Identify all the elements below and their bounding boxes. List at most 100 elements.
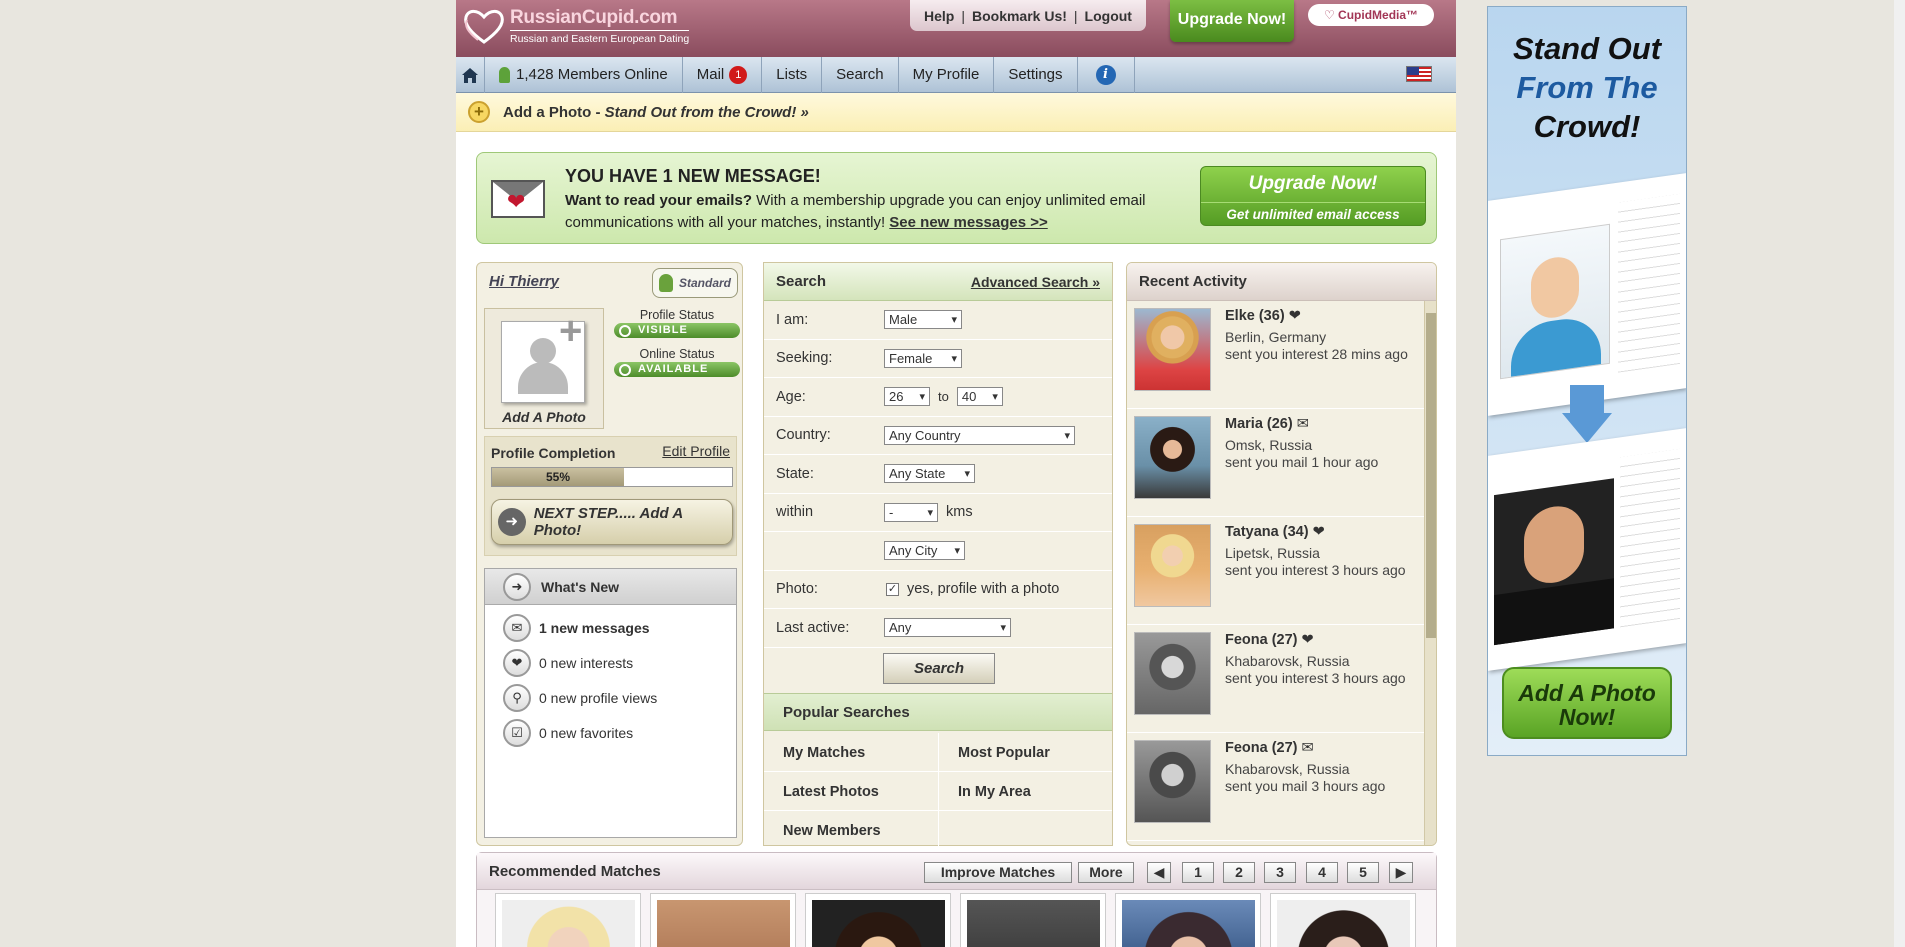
most-popular-link[interactable]: Most Popular [958, 745, 1050, 761]
profile-completion: Profile Completion Edit Profile 55% ➜ NEX… [484, 436, 737, 556]
photo-checkbox[interactable]: ✓ [886, 582, 899, 596]
nav-my-profile[interactable]: My Profile [899, 57, 995, 93]
completion-progress-bar: 55% [491, 467, 733, 487]
latest-photos-link[interactable]: Latest Photos [783, 784, 879, 800]
page-2-button[interactable]: 2 [1223, 862, 1255, 883]
next-page-button[interactable]: ▶ [1389, 862, 1413, 883]
person-online-icon [499, 67, 510, 83]
new-message-banner: ❤ YOU HAVE 1 NEW MESSAGE! Want to read y… [476, 152, 1437, 244]
us-flag-icon[interactable] [1406, 66, 1432, 82]
info-icon: i [1095, 65, 1116, 85]
new-profile-views-link[interactable]: 0 new profile views [539, 690, 657, 706]
logo-tagline: Russian and Eastern European Dating [510, 30, 690, 45]
members-online[interactable]: 1,428 Members Online [485, 57, 683, 93]
side-advertisement[interactable]: Stand Out From The Crowd! Add A Photo No… [1487, 6, 1687, 756]
new-interests-link[interactable]: 0 new interests [539, 655, 633, 671]
age-from-select[interactable]: 26 [884, 387, 930, 407]
bookmark-link[interactable]: Bookmark Us! [972, 8, 1067, 24]
add-photo-box[interactable]: + Add A Photo [484, 308, 604, 429]
upgrade-now-button[interactable]: Upgrade Now! [1170, 0, 1294, 42]
activity-item[interactable]: Maria (26) ✉ Omsk, Russia sent you mail 1… [1127, 409, 1424, 517]
page-3-button[interactable]: 3 [1264, 862, 1296, 883]
home-button[interactable] [456, 57, 485, 93]
activity-scrollbar[interactable] [1424, 301, 1436, 845]
nav-settings[interactable]: Settings [994, 57, 1078, 93]
new-favorites-link[interactable]: 0 new favorites [539, 725, 633, 741]
heart-icon: ❤ [1301, 632, 1314, 648]
arrow-right-icon: ➜ [498, 508, 526, 536]
within-select[interactable]: - [884, 502, 938, 522]
upgrade-email-button[interactable]: Upgrade Now! Get unlimited email access [1200, 166, 1426, 226]
next-step-button[interactable]: ➜ NEXT STEP..... Add A Photo! [491, 499, 733, 545]
site-header: RussianCupid.com Russian and Eastern Eur… [456, 0, 1456, 57]
new-members-link[interactable]: New Members [783, 823, 881, 839]
match-thumbnail[interactable] [805, 893, 951, 947]
match-thumbnail[interactable] [495, 893, 641, 947]
arrow-right-icon: ➜ [503, 572, 531, 601]
age-to-select[interactable]: 40 [956, 387, 1003, 407]
page-5-button[interactable]: 5 [1347, 862, 1379, 883]
heart-icon: ❤ [503, 649, 531, 677]
ad-add-photo-button[interactable]: Add A Photo Now! [1502, 667, 1672, 739]
home-icon [462, 67, 478, 83]
match-thumbnail[interactable] [960, 893, 1106, 947]
envelope-heart-icon: ❤ [491, 180, 545, 218]
nav-search[interactable]: Search [822, 57, 899, 93]
search-button[interactable]: Search [883, 653, 995, 684]
country-select[interactable]: Any Country [884, 425, 1075, 445]
activity-item[interactable]: Tatyana (34) ❤ Lipetsk, Russia sent you i… [1127, 517, 1424, 625]
popular-searches: My Matches Most Popular Latest Photos In… [764, 733, 1112, 847]
state-select[interactable]: Any State [884, 464, 975, 484]
activity-item[interactable]: Feona (27) ✉ Khabarovsk, Russia sent you … [1127, 733, 1424, 841]
last-active-select[interactable]: Any [884, 618, 1011, 638]
page-4-button[interactable]: 4 [1306, 862, 1338, 883]
advanced-search-link[interactable]: Advanced Search » [971, 274, 1100, 290]
in-my-area-link[interactable]: In My Area [958, 784, 1031, 800]
match-thumbnail[interactable] [650, 893, 796, 947]
member-photo[interactable] [1134, 416, 1211, 499]
see-new-messages-link[interactable]: See new messages >> [889, 214, 1047, 231]
add-photo-label: Add A Photo [502, 409, 586, 425]
seeking-select[interactable]: Female [884, 348, 962, 368]
improve-matches-button[interactable]: Improve Matches [924, 862, 1072, 883]
search-panel: Search Advanced Search » I am:Male Seeki… [763, 262, 1113, 847]
member-photo[interactable] [1134, 632, 1211, 715]
add-photo-strip[interactable]: + Add a Photo - Stand Out from the Crowd… [456, 93, 1456, 132]
page-1-button[interactable]: 1 [1182, 862, 1214, 883]
scrollbar-thumb[interactable] [1426, 313, 1436, 638]
cupidmedia-logo[interactable]: ♡ CupidMedia™ [1308, 4, 1434, 26]
city-select[interactable]: Any City [884, 541, 965, 561]
page-scrollbar[interactable] [1894, 0, 1905, 947]
plus-icon: + [468, 101, 490, 123]
recent-activity-panel: Recent Activity Elke (36) ❤ Berlin, Germ… [1126, 262, 1437, 846]
member-photo[interactable] [1134, 524, 1211, 607]
heart-icon: ❤ [1288, 308, 1301, 324]
nav-info[interactable]: i [1078, 57, 1135, 93]
prev-page-button[interactable]: ◀ [1147, 862, 1171, 883]
edit-profile-link[interactable]: Edit Profile [662, 443, 730, 459]
profile-status[interactable]: Profile Status VISIBLE [614, 308, 740, 338]
online-status[interactable]: Online Status AVAILABLE [614, 347, 740, 377]
site-logo[interactable]: RussianCupid.com Russian and Eastern Eur… [462, 6, 690, 46]
nav-lists[interactable]: Lists [762, 57, 823, 93]
member-photo[interactable] [1134, 308, 1211, 391]
envelope-icon: ✉ [1296, 416, 1309, 432]
person-icon [659, 274, 673, 292]
match-thumbnail[interactable] [1270, 893, 1416, 947]
heart-icon: ❤ [1312, 524, 1325, 540]
i-am-select[interactable]: Male [884, 310, 962, 330]
more-button[interactable]: More [1078, 862, 1134, 883]
match-thumbnail[interactable] [1115, 893, 1261, 947]
activity-item[interactable]: Feona (27) ❤ Khabarovsk, Russia sent you … [1127, 625, 1424, 733]
membership-badge[interactable]: Standard [652, 268, 738, 298]
activity-item[interactable]: Elke (36) ❤ Berlin, Germany sent you inte… [1127, 301, 1424, 409]
logout-link[interactable]: Logout [1085, 8, 1132, 24]
nav-mail[interactable]: Mail 1 [683, 57, 763, 93]
ad-headline: Stand Out From The Crowd! [1512, 31, 1662, 144]
message-title: YOU HAVE 1 NEW MESSAGE! [565, 166, 821, 186]
greeting-link[interactable]: Hi Thierry [489, 273, 559, 290]
member-photo[interactable] [1134, 740, 1211, 823]
help-link[interactable]: Help [924, 8, 954, 24]
my-matches-link[interactable]: My Matches [783, 745, 865, 761]
new-messages-link[interactable]: 1 new messages [539, 620, 650, 636]
